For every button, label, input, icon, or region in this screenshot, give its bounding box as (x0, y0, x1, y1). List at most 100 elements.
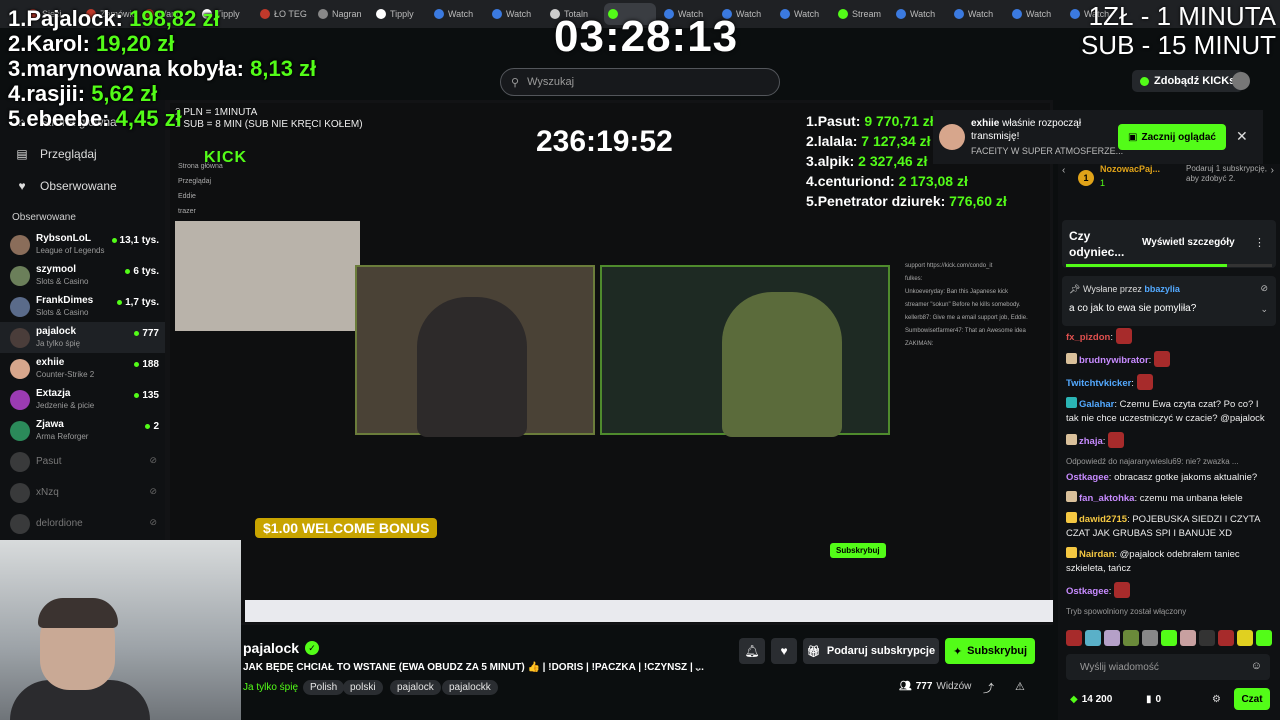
chat-username[interactable]: Galahar (1079, 399, 1114, 410)
category-link[interactable]: Ja tylko śpię (243, 682, 298, 693)
emote-icon[interactable] (1256, 630, 1272, 646)
chat-message-input[interactable]: Wyślij wiadomość ☺ (1066, 654, 1270, 680)
subscribe-button[interactable]: ✦ Subskrybuj (945, 638, 1035, 664)
emote-icon[interactable] (1142, 630, 1158, 646)
poll-banner[interactable]: Czy odyniec... Wyświetl szczegóły ⋮ (1062, 220, 1276, 268)
follow-button[interactable]: ♥ (771, 638, 797, 664)
user-avatar[interactable] (1232, 72, 1250, 90)
chat-username[interactable]: dawid2715 (1079, 514, 1127, 525)
gift-icon: 🎁︎ (806, 645, 821, 658)
search-input[interactable]: ⚲ Wyszukaj (500, 68, 780, 96)
video-player[interactable]: 2 PLN = 1MINUTA 1 SUB = 8 MIN (SUB NIE K… (165, 100, 1053, 625)
pinned-message[interactable]: 📌︎ Wysłane przez bbazylia a co jak to ew… (1062, 276, 1276, 326)
browser-tab[interactable]: Watch (776, 3, 830, 25)
user-badge-icon (1066, 434, 1077, 445)
tab-favicon-icon (318, 9, 328, 19)
browser-tab[interactable]: Watch (430, 3, 484, 25)
inner-name: Penetrator dziurek: (817, 193, 946, 209)
unpin-icon[interactable]: ⊘ (1260, 283, 1268, 294)
poll-details-link[interactable]: Wyświetl szczegóły (1142, 237, 1235, 248)
close-icon[interactable]: ✕ (1236, 128, 1248, 145)
bell-icon: 🔔︎ (744, 644, 760, 658)
chat-username[interactable]: Twitchtvkicker (1066, 378, 1131, 389)
browser-tab[interactable]: Stream (834, 3, 888, 25)
sidebar-nav-item[interactable]: ♥ Obserwowane (0, 170, 165, 202)
leaderboard-row: 2.Karol: 19,20 zł (8, 31, 316, 56)
channel-name-text: pajalock (243, 640, 300, 656)
tag-pill[interactable]: Polish (303, 680, 345, 695)
user-badge-icon (1066, 491, 1077, 502)
start-watching-button[interactable]: ▣ Zacznij oglądać (1118, 124, 1226, 150)
live-dot-icon (134, 331, 140, 336)
emoji-icon[interactable]: ☺ (1251, 660, 1262, 672)
chevron-left-icon[interactable]: ‹ (1062, 165, 1065, 176)
chat-username[interactable]: brudnywibrator (1079, 355, 1149, 366)
more-options-icon[interactable]: ⋮ (1254, 236, 1265, 249)
following-item[interactable]: pajalock Ja tylko śpię 777 (0, 322, 165, 353)
emote-icon[interactable] (1237, 630, 1253, 646)
emote-icon[interactable] (1218, 630, 1234, 646)
channel-name[interactable]: pajalock ✓ (243, 640, 320, 656)
chevron-down-icon[interactable]: ⌄ (1260, 304, 1268, 315)
donation-leaderboard-overlay: 1.Pajalock: 198,82 zł 2.Karol: 19,20 zł 3.… (8, 6, 316, 131)
expand-title-chevron-icon[interactable]: ⌄ (693, 660, 703, 674)
guest-webcam-left (355, 265, 595, 437)
chat-messages: fx_pizdon: brudnywibrator: Twitchtvkicke… (1066, 328, 1272, 625)
following-category: Slots & Casino (36, 277, 89, 286)
gear-icon[interactable]: ⚙ (1212, 694, 1221, 705)
chat-username[interactable]: Ostkagee (1066, 586, 1109, 597)
sidebar-nav-item[interactable]: ▤ Przeglądaj (0, 138, 165, 170)
chat-message: Twitchtvkicker: (1066, 374, 1272, 391)
following-item[interactable]: delordione ⊘ (0, 508, 165, 539)
browser-tab[interactable]: Watch (950, 3, 1004, 25)
tag-pill[interactable]: pajalock (390, 680, 441, 695)
following-item[interactable]: szymool Slots & Casino 6 tys. (0, 260, 165, 291)
send-chat-button[interactable]: Czat (1234, 688, 1270, 710)
following-item[interactable]: RybsonLoL League of Legends 13,1 tys. (0, 229, 165, 260)
live-dot-icon (117, 300, 123, 305)
emote-icon[interactable] (1085, 630, 1101, 646)
following-viewers: 188 (134, 359, 159, 370)
emote-icon[interactable] (1161, 630, 1177, 646)
browser-tab[interactable]: Watch (892, 3, 946, 25)
browser-tab[interactable]: Tipply (372, 3, 426, 25)
chat-message: Nairdan: @pajalock odebrałem taniec szki… (1066, 547, 1240, 574)
following-item[interactable]: exhiie Counter-Strike 2 188 (0, 353, 165, 384)
browser-tab[interactable]: Watch (488, 3, 542, 25)
chevron-right-icon[interactable]: › (1271, 165, 1274, 176)
chat-username[interactable]: Nairdan (1079, 549, 1114, 560)
leaderboard-amount: 8,13 zł (250, 56, 317, 81)
following-item[interactable]: Extazja Jedzenie & picie 135 (0, 384, 165, 415)
emote-icon[interactable] (1104, 630, 1120, 646)
tab-favicon-icon (1012, 9, 1022, 19)
chat-username[interactable]: fan_aktohka (1079, 493, 1134, 504)
chat-username[interactable]: Ostkagee (1066, 472, 1109, 483)
following-item[interactable]: Zjawa Arma Reforger 2 (0, 415, 165, 446)
emote-icon[interactable] (1180, 630, 1196, 646)
share-icon[interactable]: ⤴ (983, 680, 994, 696)
report-icon[interactable]: ⚠ (1015, 680, 1025, 693)
get-kicks-button[interactable]: Zdobądź KICKs (1132, 70, 1244, 92)
following-item[interactable]: FrankDimes Slots & Casino 1,7 tys. (0, 291, 165, 322)
tag-pill[interactable]: pajalockk (442, 680, 498, 695)
channel-points[interactable]: ▮ 0 (1146, 694, 1161, 705)
chat-username[interactable]: fx_pizdon (1066, 332, 1110, 343)
following-viewers: 6 tys. (125, 266, 159, 277)
leaderboard-name: marynowana kobyła: (26, 56, 244, 81)
chat-username[interactable]: zhaja (1079, 436, 1103, 447)
inner-rank: 5. (806, 193, 818, 209)
emote-icon[interactable] (1066, 630, 1082, 646)
browser-tab[interactable]: Nagran (314, 3, 368, 25)
following-item[interactable]: xNzq ⊘ (0, 477, 165, 508)
following-viewers: 777 (134, 328, 159, 339)
following-category: Slots & Casino (36, 308, 89, 317)
gift-subscription-button[interactable]: 🎁︎ Podaruj subskrypcje (803, 638, 939, 664)
notification-bell-button[interactable]: 🔔︎ (739, 638, 765, 664)
emote-icon[interactable] (1123, 630, 1139, 646)
following-item[interactable]: Pasut ⊘ (0, 446, 165, 477)
emote-icon[interactable] (1199, 630, 1215, 646)
tag-pill[interactable]: polski (343, 680, 383, 695)
browser-tab[interactable]: Watch (1008, 3, 1062, 25)
kicks-balance[interactable]: ◆ 14 200 (1070, 694, 1112, 705)
subscribe-label: Subskrybuj (967, 645, 1028, 657)
